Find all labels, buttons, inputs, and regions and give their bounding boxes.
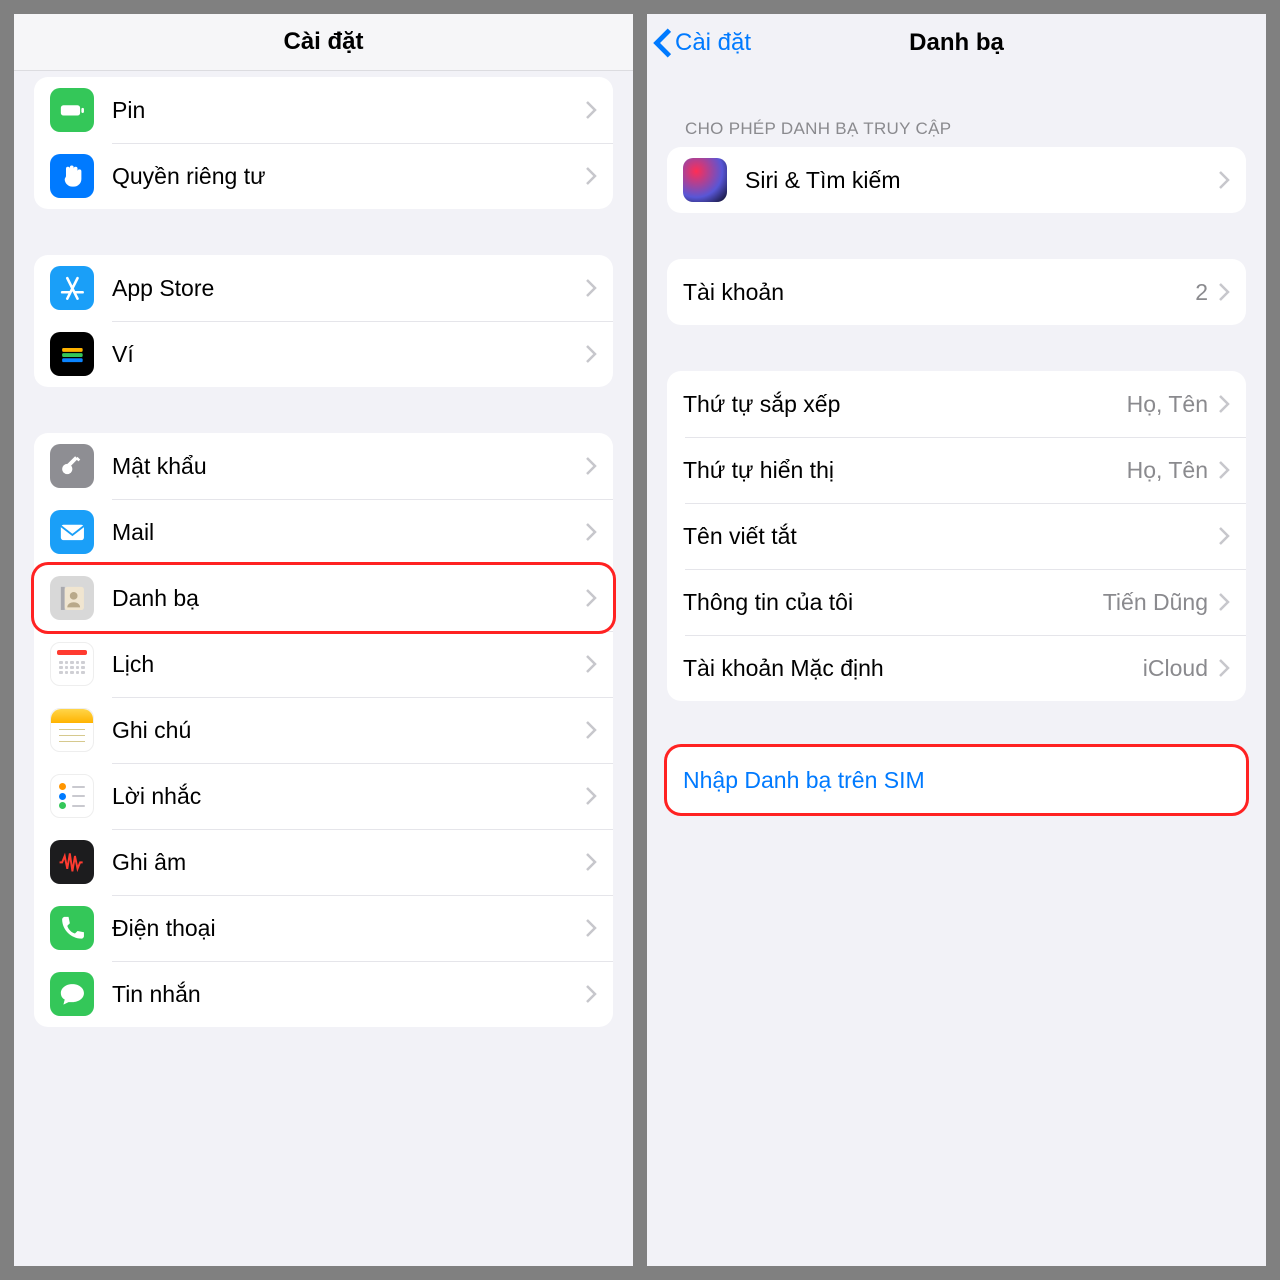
chevron-right-icon bbox=[1218, 592, 1230, 612]
row-value: Họ, Tên bbox=[1127, 391, 1208, 418]
phone-icon bbox=[50, 906, 94, 950]
row-label: Quyền riêng tư bbox=[112, 163, 585, 190]
row-value: 2 bbox=[1195, 279, 1208, 306]
group-siri: Siri & Tìm kiếm bbox=[667, 147, 1246, 213]
chevron-right-icon bbox=[585, 588, 597, 608]
chevron-right-icon bbox=[585, 100, 597, 120]
row-label: Danh bạ bbox=[112, 585, 585, 612]
chevron-right-icon bbox=[585, 852, 597, 872]
row-label: Thông tin của tôi bbox=[683, 589, 1103, 616]
chevron-right-icon bbox=[1218, 170, 1230, 190]
row-label: App Store bbox=[112, 275, 585, 302]
group-apps: Mật khẩu Mail Danh bạ bbox=[34, 433, 613, 1027]
right-content[interactable]: CHO PHÉP DANH BẠ TRUY CẬP Siri & Tìm kiế… bbox=[647, 71, 1266, 1266]
row-contacts[interactable]: Danh bạ bbox=[34, 565, 613, 631]
back-button[interactable]: Cài đặt bbox=[653, 14, 751, 71]
key-icon bbox=[50, 444, 94, 488]
row-label: Siri & Tìm kiếm bbox=[745, 167, 1218, 194]
row-appstore[interactable]: App Store bbox=[34, 255, 613, 321]
row-short[interactable]: Tên viết tắt bbox=[667, 503, 1246, 569]
row-notes[interactable]: Ghi chú bbox=[34, 697, 613, 763]
chevron-right-icon bbox=[585, 786, 597, 806]
section-header: CHO PHÉP DANH BẠ TRUY CẬP bbox=[667, 119, 1246, 147]
chevron-right-icon bbox=[1218, 394, 1230, 414]
row-label: Nhập Danh bạ trên SIM bbox=[683, 767, 1230, 794]
messages-icon bbox=[50, 972, 94, 1016]
contacts-icon bbox=[50, 576, 94, 620]
siri-icon bbox=[683, 158, 727, 202]
row-passwords[interactable]: Mật khẩu bbox=[34, 433, 613, 499]
row-sort[interactable]: Thứ tự sắp xếp Họ, Tên bbox=[667, 371, 1246, 437]
row-battery[interactable]: Pin bbox=[34, 77, 613, 143]
chevron-right-icon bbox=[585, 344, 597, 364]
row-label: Tên viết tắt bbox=[683, 523, 1218, 550]
left-title: Cài đặt bbox=[283, 28, 363, 56]
row-label: Lịch bbox=[112, 651, 585, 678]
row-label: Ghi chú bbox=[112, 717, 585, 744]
row-label: Tài khoản bbox=[683, 279, 1195, 306]
row-label: Ghi âm bbox=[112, 849, 585, 876]
row-value: Họ, Tên bbox=[1127, 457, 1208, 484]
chevron-right-icon bbox=[1218, 460, 1230, 480]
chevron-right-icon bbox=[585, 720, 597, 740]
reminders-icon bbox=[50, 774, 94, 818]
group-store: App Store Ví bbox=[34, 255, 613, 387]
chevron-right-icon bbox=[1218, 658, 1230, 678]
right-navbar: Cài đặt Danh bạ bbox=[647, 14, 1266, 71]
battery-icon bbox=[50, 88, 94, 132]
row-display[interactable]: Thứ tự hiển thị Họ, Tên bbox=[667, 437, 1246, 503]
row-default[interactable]: Tài khoản Mặc định iCloud bbox=[667, 635, 1246, 701]
row-privacy[interactable]: Quyền riêng tư bbox=[34, 143, 613, 209]
row-voice[interactable]: Ghi âm bbox=[34, 829, 613, 895]
wallet-icon bbox=[50, 332, 94, 376]
group-import: Nhập Danh bạ trên SIM bbox=[667, 747, 1246, 813]
contacts-settings-screen: Cài đặt Danh bạ CHO PHÉP DANH BẠ TRUY CẬ… bbox=[647, 14, 1266, 1266]
chevron-right-icon bbox=[1218, 282, 1230, 302]
row-label: Lời nhắc bbox=[112, 783, 585, 810]
back-label: Cài đặt bbox=[675, 29, 751, 57]
hand-icon bbox=[50, 154, 94, 198]
row-label: Thứ tự sắp xếp bbox=[683, 391, 1127, 418]
row-label: Tài khoản Mặc định bbox=[683, 655, 1143, 682]
row-reminders[interactable]: Lời nhắc bbox=[34, 763, 613, 829]
row-label: Mật khẩu bbox=[112, 453, 585, 480]
chevron-right-icon bbox=[1218, 526, 1230, 546]
row-myinfo[interactable]: Thông tin của tôi Tiến Dũng bbox=[667, 569, 1246, 635]
group-display: Thứ tự sắp xếp Họ, Tên Thứ tự hiển thị H… bbox=[667, 371, 1246, 701]
mail-icon bbox=[50, 510, 94, 554]
left-navbar: Cài đặt bbox=[14, 14, 633, 71]
group-general: Pin Quyền riêng tư bbox=[34, 77, 613, 209]
row-value: Tiến Dũng bbox=[1103, 589, 1208, 616]
row-phone[interactable]: Điện thoại bbox=[34, 895, 613, 961]
row-label: Điện thoại bbox=[112, 915, 585, 942]
chevron-right-icon bbox=[585, 456, 597, 476]
chevron-right-icon bbox=[585, 654, 597, 674]
row-siri[interactable]: Siri & Tìm kiếm bbox=[667, 147, 1246, 213]
chevron-right-icon bbox=[585, 918, 597, 938]
row-wallet[interactable]: Ví bbox=[34, 321, 613, 387]
row-label: Thứ tự hiển thị bbox=[683, 457, 1127, 484]
notes-icon bbox=[50, 708, 94, 752]
row-accounts[interactable]: Tài khoản 2 bbox=[667, 259, 1246, 325]
group-accounts: Tài khoản 2 bbox=[667, 259, 1246, 325]
row-value: iCloud bbox=[1143, 655, 1208, 682]
row-mail[interactable]: Mail bbox=[34, 499, 613, 565]
calendar-icon bbox=[50, 642, 94, 686]
chevron-right-icon bbox=[585, 984, 597, 1004]
appstore-icon bbox=[50, 266, 94, 310]
row-label: Ví bbox=[112, 341, 585, 368]
settings-screen: Cài đặt Pin Quyền riêng tư bbox=[14, 14, 633, 1266]
chevron-right-icon bbox=[585, 166, 597, 186]
left-content[interactable]: Pin Quyền riêng tư App Store bbox=[14, 71, 633, 1266]
right-title: Danh bạ bbox=[909, 29, 1004, 57]
voice-icon bbox=[50, 840, 94, 884]
chevron-right-icon bbox=[585, 522, 597, 542]
row-import-sim[interactable]: Nhập Danh bạ trên SIM bbox=[667, 747, 1246, 813]
row-calendar[interactable]: Lịch bbox=[34, 631, 613, 697]
row-messages[interactable]: Tin nhắn bbox=[34, 961, 613, 1027]
row-label: Tin nhắn bbox=[112, 981, 585, 1008]
row-label: Pin bbox=[112, 97, 585, 124]
row-label: Mail bbox=[112, 519, 585, 546]
chevron-right-icon bbox=[585, 278, 597, 298]
